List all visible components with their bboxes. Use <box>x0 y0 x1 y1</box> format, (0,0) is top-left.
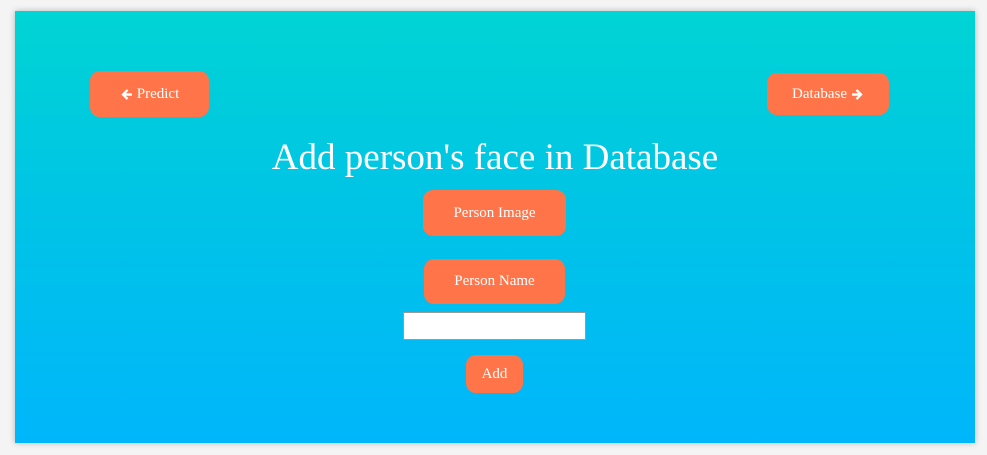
person-image-button[interactable]: Person Image <box>423 190 566 236</box>
arrow-left-icon <box>120 88 133 101</box>
database-button[interactable]: Database <box>767 73 889 115</box>
page-title: Add person's face in Database <box>271 137 719 178</box>
add-button[interactable]: Add <box>466 355 523 393</box>
person-name-input[interactable] <box>403 312 586 340</box>
main-panel: Predict Database Add person's face in Da… <box>15 11 975 443</box>
person-name-button[interactable]: Person Name <box>424 259 565 304</box>
arrow-right-icon <box>851 88 864 101</box>
predict-button[interactable]: Predict <box>90 71 209 117</box>
predict-label: Predict <box>136 85 180 102</box>
database-label: Database <box>792 85 847 102</box>
